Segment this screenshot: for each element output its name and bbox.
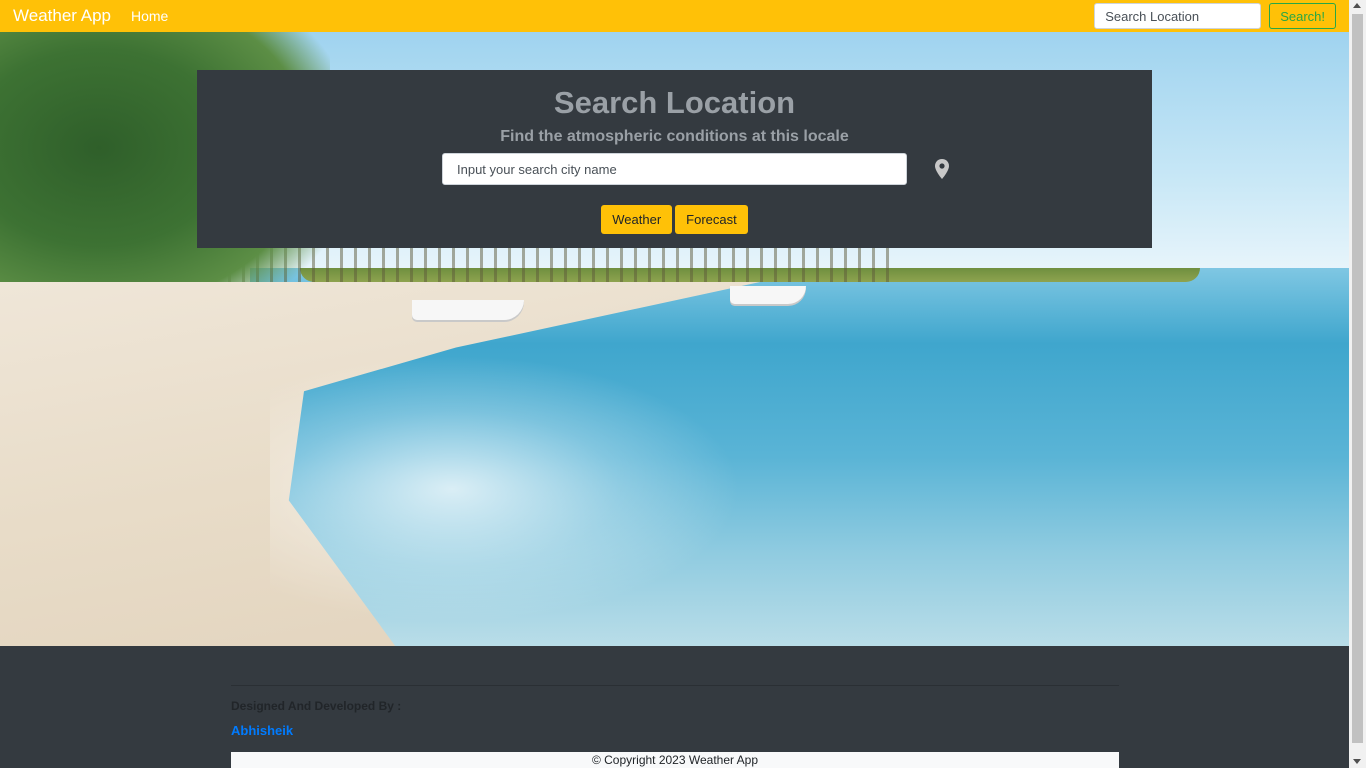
vertical-scrollbar[interactable]: [1349, 0, 1366, 768]
navbar-search-form: Search!: [1094, 3, 1336, 29]
copyright-bar: © Copyright 2023 Weather App: [231, 752, 1119, 768]
boat: [730, 286, 806, 304]
author-link[interactable]: Abhisheik: [231, 723, 293, 738]
forecast-button[interactable]: Forecast: [675, 205, 748, 234]
navbar-search-input[interactable]: [1094, 3, 1262, 29]
navbar-search-button[interactable]: Search!: [1269, 3, 1336, 29]
navbar: Weather App Home Search!: [0, 0, 1349, 32]
nav-home-link[interactable]: Home: [131, 8, 168, 24]
search-buttons: Weather Forecast: [197, 205, 1152, 234]
scroll-down-arrow-icon[interactable]: [1353, 759, 1361, 764]
weather-button[interactable]: Weather: [601, 205, 673, 234]
footer-divider: [231, 685, 1119, 686]
beach-surf: [270, 332, 790, 646]
boat: [412, 300, 524, 320]
hero-background: Search Location Find the atmospheric con…: [0, 32, 1349, 646]
scroll-up-arrow-icon[interactable]: [1353, 3, 1361, 8]
city-search-input[interactable]: [442, 153, 907, 185]
scrollbar-thumb[interactable]: [1352, 14, 1363, 743]
copyright-text: © Copyright 2023 Weather App: [591, 753, 759, 767]
page: Weather App Home Search! Search Location…: [0, 0, 1349, 768]
search-panel: Search Location Find the atmospheric con…: [197, 70, 1152, 248]
designed-by-label: Designed And Developed By :: [231, 699, 402, 713]
map-pin-icon[interactable]: [934, 159, 950, 179]
brand-link[interactable]: Weather App: [13, 6, 111, 26]
search-panel-subtitle: Find the atmospheric conditions at this …: [500, 128, 849, 145]
search-panel-title: Search Location: [553, 85, 796, 120]
footer: Designed And Developed By : Abhisheik © …: [0, 646, 1349, 768]
